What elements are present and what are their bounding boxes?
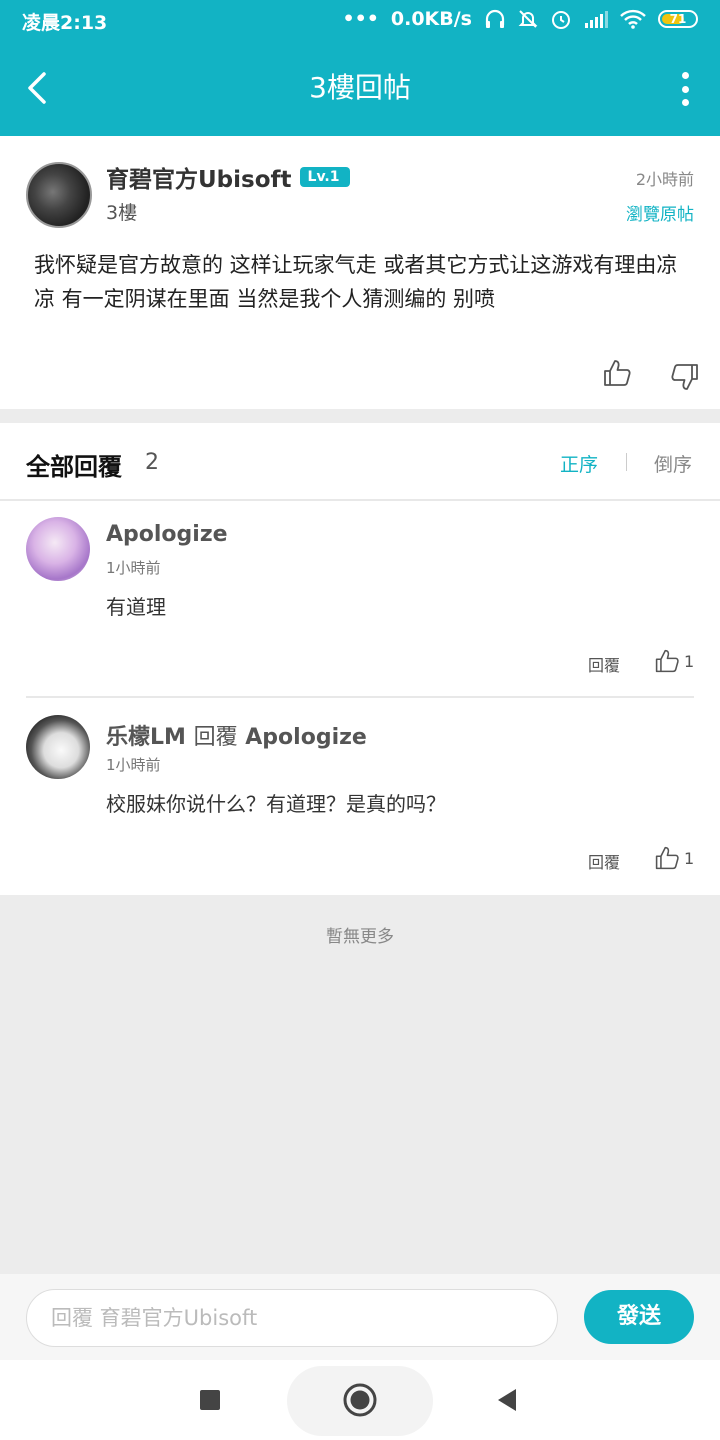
reply-input[interactable]: 回覆 育碧官方Ubisoft: [26, 1289, 558, 1347]
alarm-icon: [552, 11, 570, 29]
send-button[interactable]: 發送: [584, 1290, 694, 1344]
status-bar: 凌晨2:13 ••• 0.0KB/s 71: [0, 0, 720, 40]
reply-text: 有道理: [106, 595, 166, 619]
replies-section: 全部回覆 2 正序 倒序 Apologize 1小時前 有道理 回覆 1 乐檬L…: [0, 423, 720, 895]
reply-button[interactable]: 回覆: [588, 652, 620, 676]
back-nav-icon[interactable]: [496, 1388, 518, 1412]
replies-heading: 全部回覆: [26, 453, 122, 481]
like-count: 1: [684, 849, 695, 868]
sort-descending-button[interactable]: 倒序: [654, 450, 692, 477]
reply-avatar[interactable]: [26, 715, 90, 779]
thumbs-down-icon[interactable]: [670, 362, 700, 392]
reply-time: 1小時前: [106, 559, 161, 577]
page-title: 3樓回帖: [309, 71, 411, 104]
status-time: 凌晨2:13: [22, 12, 108, 34]
like-count: 1: [684, 652, 695, 671]
reply-to-target: Apologize: [245, 725, 367, 750]
level-badge: Lv.1: [299, 167, 350, 187]
no-more-label: 暫無更多: [326, 927, 394, 947]
post-author[interactable]: 育碧官方Ubisoft Lv.1: [106, 160, 350, 194]
view-original-link[interactable]: 瀏覽原帖: [626, 200, 694, 225]
main-post: 育碧官方Ubisoft Lv.1 3樓 2小時前 瀏覽原帖 我怀疑是官方故意的 …: [0, 136, 720, 409]
reply-avatar[interactable]: [26, 517, 90, 581]
post-author-name: 育碧官方Ubisoft: [106, 167, 292, 193]
top-app-bar: 3樓回帖: [0, 40, 720, 136]
sort-divider: [626, 453, 627, 471]
status-icons: ••• 0.0KB/s 71: [342, 8, 698, 30]
home-icon[interactable]: [343, 1383, 377, 1417]
thumbs-up-icon[interactable]: [602, 358, 632, 388]
headphones-icon: [485, 9, 505, 28]
author-avatar[interactable]: [26, 162, 92, 228]
post-content: 我怀疑是官方故意的 这样让玩家气走 或者其它方式让这游戏有理由凉凉 有一定阴谋在…: [34, 253, 678, 311]
like-icon[interactable]: [654, 845, 680, 871]
post-time: 2小時前: [635, 170, 694, 189]
signal-icon: [585, 11, 608, 28]
reply-author[interactable]: Apologize: [106, 522, 228, 547]
recents-icon[interactable]: [200, 1390, 220, 1410]
more-dots-icon: •••: [342, 8, 379, 30]
system-nav-bar: [0, 1360, 720, 1440]
reply-button[interactable]: 回覆: [588, 849, 620, 873]
reply-text: 校服妹你说什么？有道理？是真的吗？: [106, 792, 446, 816]
battery-icon: 71: [658, 10, 698, 28]
mute-bell-icon: [518, 10, 538, 28]
reply-composer: 回覆 育碧官方Ubisoft 發送: [0, 1274, 720, 1360]
more-vertical-icon[interactable]: [680, 72, 690, 106]
reply-author[interactable]: 乐檬LM 回覆 Apologize: [106, 719, 367, 751]
divider: [0, 499, 720, 501]
post-floor: 3樓: [106, 202, 138, 224]
reply-time: 1小時前: [106, 756, 161, 774]
like-icon[interactable]: [654, 648, 680, 674]
replies-count: 2: [145, 450, 159, 475]
wifi-icon: [620, 9, 646, 29]
section-separator: [0, 409, 720, 423]
network-speed: 0.0KB/s: [390, 8, 472, 30]
divider: [26, 696, 694, 698]
sort-ascending-button[interactable]: 正序: [560, 450, 598, 477]
reply-to-label: 回覆: [193, 725, 238, 750]
